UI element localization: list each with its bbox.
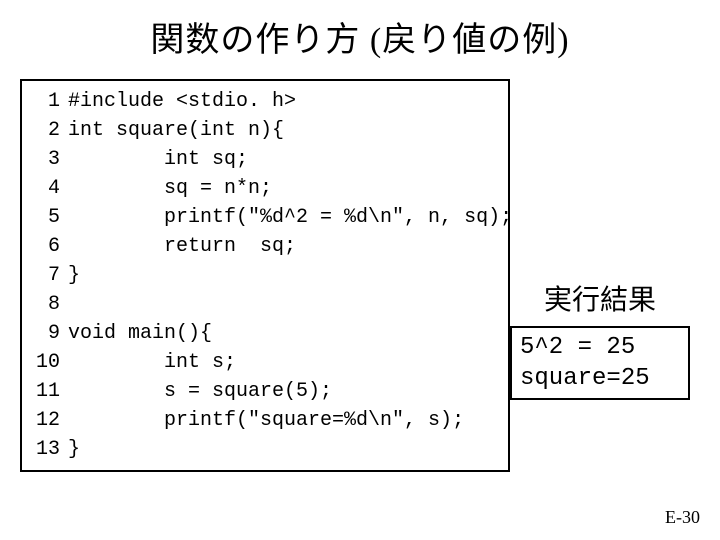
code-text: printf("square=%d\n", s); — [60, 406, 464, 435]
code-text: int square(int n){ — [60, 116, 284, 145]
code-line: 8 — [30, 290, 500, 319]
code-text: } — [60, 435, 80, 464]
code-line: 11 s = square(5); — [30, 377, 500, 406]
code-text: int sq; — [60, 145, 248, 174]
code-listing-box: 1#include <stdio. h>2int square(int n){3… — [20, 79, 510, 472]
code-text: int s; — [60, 348, 236, 377]
line-number: 12 — [30, 406, 60, 435]
code-text: void main(){ — [60, 319, 212, 348]
result-label: 実行結果 — [510, 278, 690, 318]
line-number: 8 — [30, 290, 60, 319]
line-number: 3 — [30, 145, 60, 174]
code-line: 12 printf("square=%d\n", s); — [30, 406, 500, 435]
code-text: sq = n*n; — [60, 174, 272, 203]
code-line: 5 printf("%d^2 = %d\n", n, sq); — [30, 203, 500, 232]
line-number: 7 — [30, 261, 60, 290]
code-text: return sq; — [60, 232, 296, 261]
line-number: 2 — [30, 116, 60, 145]
line-number: 6 — [30, 232, 60, 261]
slide-title: 関数の作り方 (戻り値の例) — [20, 12, 700, 61]
line-number: 1 — [30, 87, 60, 116]
code-line: 10 int s; — [30, 348, 500, 377]
code-line: 4 sq = n*n; — [30, 174, 500, 203]
line-number: 5 — [30, 203, 60, 232]
slide-number: E-30 — [665, 507, 700, 528]
code-text — [60, 290, 68, 319]
line-number: 13 — [30, 435, 60, 464]
code-line: 13} — [30, 435, 500, 464]
code-line: 1#include <stdio. h> — [30, 87, 500, 116]
result-output: 5^2 = 25 square=25 — [510, 326, 690, 400]
line-number: 10 — [30, 348, 60, 377]
result-area: 実行結果 5^2 = 25 square=25 — [510, 278, 690, 400]
code-text: printf("%d^2 = %d\n", n, sq); — [60, 203, 512, 232]
code-line: 2int square(int n){ — [30, 116, 500, 145]
line-number: 11 — [30, 377, 60, 406]
line-number: 4 — [30, 174, 60, 203]
code-text: #include <stdio. h> — [60, 87, 296, 116]
code-line: 9void main(){ — [30, 319, 500, 348]
line-number: 9 — [30, 319, 60, 348]
code-line: 6 return sq; — [30, 232, 500, 261]
code-line: 7} — [30, 261, 500, 290]
code-text: } — [60, 261, 80, 290]
code-text: s = square(5); — [60, 377, 332, 406]
code-line: 3 int sq; — [30, 145, 500, 174]
